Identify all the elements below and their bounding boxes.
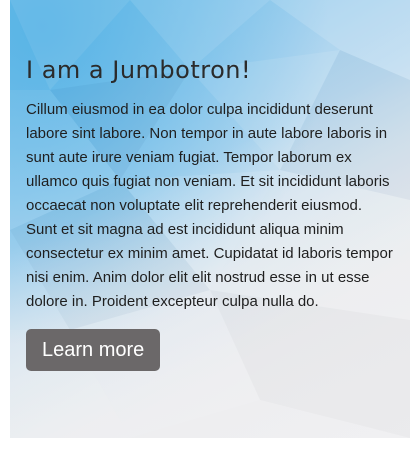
jumbotron-text: Cillum eiusmod in ea dolor culpa incidid…	[26, 101, 393, 310]
jumbotron-title: I am a Jumbotron!	[26, 56, 252, 84]
jumbotron: I am a Jumbotron! Cillum eiusmod in ea d…	[10, 0, 410, 438]
learn-more-button[interactable]: Learn more	[26, 329, 161, 371]
